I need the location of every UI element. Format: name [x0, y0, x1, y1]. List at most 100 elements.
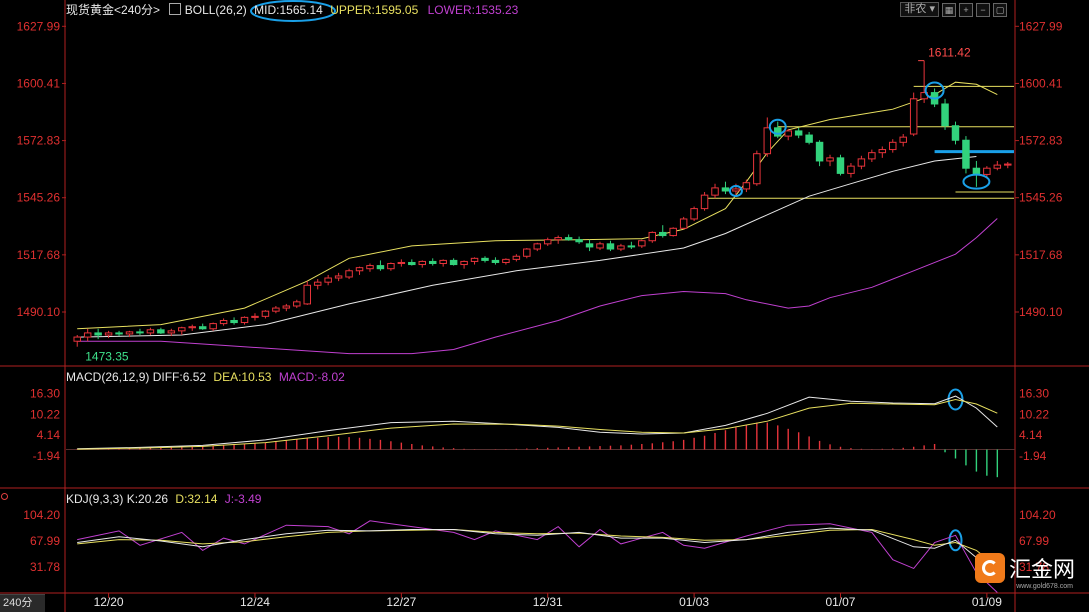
macd-dea-value: DEA:10.53: [213, 370, 272, 384]
candle-body: [387, 263, 395, 270]
macd-y-tick-left: -1.94: [33, 449, 61, 463]
candle-body: [449, 259, 458, 266]
candle-body: [94, 332, 102, 336]
candle-body: [418, 260, 427, 266]
kdj-panel-header: KDJ(9,3,3) K:20.26 D:32.14 J:-3.49: [66, 492, 261, 506]
macd-y-tick-right: -1.94: [1019, 449, 1047, 463]
candle-body: [711, 187, 719, 196]
candle-body: [836, 157, 845, 174]
candle-body: [617, 245, 625, 250]
candle-body: [178, 327, 186, 332]
candle-body: [993, 164, 1002, 169]
candle-body: [564, 237, 573, 241]
candle-body: [794, 130, 803, 136]
candle-body: [334, 275, 343, 279]
chart-canvas[interactable]: 1627.99 1627.99 1600.41 1600.41 1572.83 1572.…: [0, 0, 1089, 612]
period-tag[interactable]: <240分>: [114, 3, 160, 17]
macd-panel-header: MACD(26,12,9) DIFF:6.52 DEA:10.53 MACD:-…: [66, 370, 345, 384]
candle-body: [679, 218, 688, 229]
candle-body: [167, 330, 176, 334]
macd-y-tick-left: 4.14: [37, 428, 61, 442]
candle-body: [826, 157, 834, 162]
candle-body: [669, 227, 677, 237]
period-badge[interactable]: 240分: [0, 594, 45, 612]
kdj-y-tick-left: 104.20: [23, 508, 60, 522]
kdj-y-tick-left: 67.99: [30, 534, 60, 548]
candle-body: [784, 130, 792, 137]
window-icon[interactable]: ▢: [993, 2, 1007, 17]
price-y-tick-right: 1600.41: [1019, 76, 1063, 90]
price-y-tick-left: 1572.83: [17, 134, 61, 148]
price-y-tick-right: 1572.83: [1019, 134, 1063, 148]
chevron-down-icon: ▾: [929, 3, 935, 15]
candle-body: [240, 316, 249, 324]
boll-lower-value: LOWER:1535.23: [427, 3, 519, 17]
price-y-tick-right: 1627.99: [1019, 19, 1063, 33]
candle-body: [198, 326, 207, 330]
x-tick-label: 01/09: [972, 595, 1002, 609]
x-tick-label: 01/07: [825, 595, 855, 609]
candle-body: [648, 231, 657, 242]
candle-body: [606, 243, 615, 250]
macd-y-tick-right: 16.30: [1019, 386, 1049, 400]
candle-body: [355, 267, 364, 272]
candle-body: [125, 331, 134, 335]
candle-body: [313, 281, 322, 286]
candle-body: [146, 329, 155, 334]
candle-body: [847, 165, 855, 174]
candle-body: [763, 127, 772, 155]
macd-name[interactable]: MACD(26,12,9): [66, 370, 149, 384]
macd-y-tick-right: 4.14: [1019, 428, 1043, 442]
boll-name[interactable]: BOLL(26,2): [185, 3, 247, 17]
candle-body: [439, 259, 447, 265]
candle-body: [481, 257, 489, 261]
minus-icon[interactable]: −: [976, 2, 990, 17]
price-y-tick-right: 1545.26: [1019, 191, 1063, 205]
kdj-j-line: [77, 520, 998, 593]
logo-mark-icon: [974, 553, 1005, 583]
candle-body: [209, 323, 217, 330]
logo-text: 汇金网: [1008, 558, 1075, 583]
price-y-tick-right: 1517.68: [1019, 248, 1063, 262]
candle-body: [868, 152, 876, 160]
candle-body: [627, 245, 636, 248]
candle-body: [502, 258, 510, 263]
kdj-name[interactable]: KDJ(9,3,3): [66, 492, 123, 506]
candle-body: [690, 208, 698, 220]
price-y-tick-left: 1490.10: [17, 305, 61, 319]
candle-body: [543, 239, 552, 245]
candle-body: [753, 153, 761, 185]
rights-label: 非农: [904, 3, 927, 15]
rights-dropdown[interactable]: 非农 ▾: [900, 2, 939, 17]
candle-body: [658, 231, 667, 237]
boll-mid-line: [77, 156, 977, 338]
candle-body: [136, 331, 144, 334]
candle-body: [742, 182, 751, 190]
candle-body: [251, 315, 259, 318]
candle-body: [983, 167, 991, 175]
panel-marker-icon: [1, 493, 8, 500]
logo-url: www.gold678.com: [1016, 583, 1073, 590]
boll-upper-value: UPPER:1595.05: [330, 3, 419, 17]
candle-body: [732, 188, 740, 192]
candle-body: [230, 319, 238, 324]
candle-body: [815, 141, 824, 162]
plus-icon[interactable]: +: [959, 2, 973, 17]
indicator-icon[interactable]: [169, 3, 182, 15]
candle-body: [1004, 163, 1012, 166]
boll-mid-value: MID:1565.14: [254, 3, 323, 17]
boll-lower-line: [77, 218, 998, 355]
candle-body: [721, 187, 730, 192]
price-panel-header: 现货黄金<240分> BOLL(26,2) MID:1565.14 UPPER:…: [66, 3, 518, 17]
macd-macd-value: MACD:-8.02: [278, 370, 345, 384]
candle-body: [962, 139, 970, 169]
price-y-tick-left: 1517.68: [17, 248, 61, 262]
candle-body: [272, 307, 280, 312]
grid-icon[interactable]: ▦: [942, 2, 956, 17]
x-tick-label: 01/03: [679, 595, 709, 609]
candle-body: [585, 243, 594, 248]
price-y-tick-left: 1545.26: [17, 191, 61, 205]
candle-body: [878, 149, 887, 154]
candle-body: [188, 326, 196, 329]
candle-body: [951, 125, 960, 141]
